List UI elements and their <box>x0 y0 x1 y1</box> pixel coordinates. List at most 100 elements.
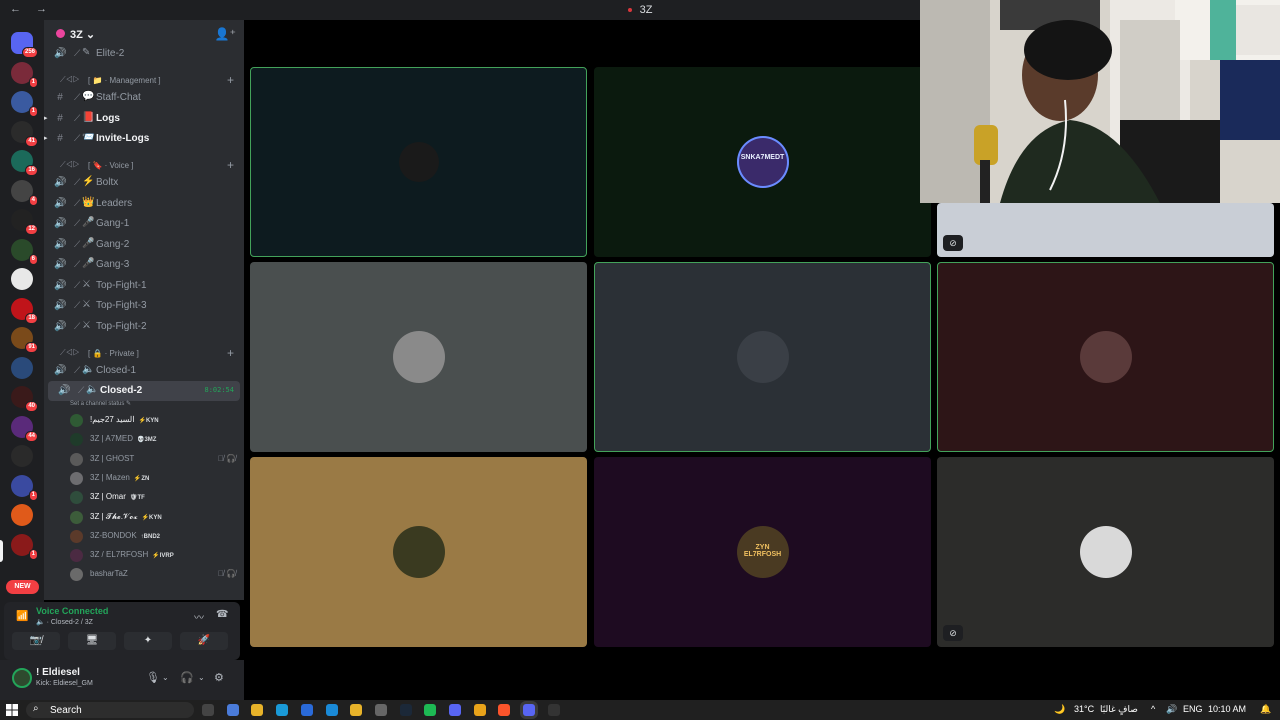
screen-share-button[interactable]: 🖥 <box>68 632 116 650</box>
tray-overflow-icon[interactable]: ^ <box>1151 704 1155 714</box>
server-icon[interactable]: 16 <box>11 150 38 176</box>
new-servers-badge[interactable]: NEW <box>6 580 39 594</box>
mic-chevron-icon[interactable]: ⌄ <box>162 673 169 682</box>
microphone-icon[interactable]: 🎙 <box>146 671 160 684</box>
participant-tile[interactable] <box>250 67 587 257</box>
server-icon[interactable] <box>11 268 33 290</box>
file-explorer-icon[interactable] <box>251 704 264 716</box>
server-icon[interactable]: 1 <box>11 533 38 560</box>
server-icon[interactable]: 4 <box>11 179 38 206</box>
voice-member[interactable]: 3Z-BONDOK ↑BND2 <box>68 527 244 545</box>
participant-tile[interactable]: SNKA7MEDT <box>594 67 931 257</box>
channel-logs[interactable]: ▸ # ⟋ 📕 Logs <box>44 109 244 129</box>
obs-icon[interactable] <box>547 704 560 716</box>
channel-leaders[interactable]: 🔊 ⟋ 👑 Leaders <box>44 194 244 214</box>
weather-desc[interactable]: صافٍ غالبًا <box>1100 704 1138 715</box>
channel-closed-1[interactable]: 🔊 ⟋ 🔈 Closed-1 <box>44 361 244 381</box>
taskbar-search[interactable]: ⌕ Search <box>26 702 194 718</box>
channel-boltx[interactable]: 🔊 ⟋ ⚡ Boltx <box>44 173 244 193</box>
edge-icon[interactable] <box>276 704 289 716</box>
channel-staff-chat[interactable]: # ⟋ 💬 Staff-Chat <box>44 88 244 108</box>
weather-temp[interactable]: 31°C <box>1074 704 1094 714</box>
voice-member[interactable]: 3Z | Mazen ⚡ZN <box>68 469 244 487</box>
channel-invite-logs[interactable]: ▸ # ⟋ 📨 Invite-Logs <box>44 129 244 149</box>
discord-icon[interactable] <box>523 704 536 716</box>
volume-icon[interactable]: 🔊 <box>1166 704 1177 715</box>
server-icon[interactable]: 41 <box>11 120 38 147</box>
participant-tile[interactable]: ⊘ <box>937 203 1274 257</box>
weather-icon[interactable]: 🌙 <box>1054 704 1065 715</box>
server-icon[interactable]: 1 <box>11 91 38 117</box>
notification-icon[interactable]: 🔔 <box>1260 704 1271 715</box>
channel-gang-3[interactable]: 🔊 ⟋ 🎤 Gang-3 <box>44 255 244 275</box>
clock[interactable]: 10:10 AM <box>1208 704 1246 714</box>
camera-toggle-button[interactable]: 📷̸ <box>12 632 60 650</box>
user-name[interactable]: ! Eldiesel <box>36 667 80 678</box>
channel-closed-2[interactable]: 🔊 ⟋ 🔈 Closed-2 8:02:54 <box>48 381 240 401</box>
category-management[interactable]: ⟋◁▷ [ 📁 · Management ] + <box>44 73 244 89</box>
app-icon[interactable] <box>374 704 387 716</box>
chrome-icon[interactable] <box>473 704 486 716</box>
voice-member[interactable]: basharTaZ 🎙̸ 🎧̸ <box>68 565 244 583</box>
windows-start-icon[interactable] <box>6 704 18 716</box>
task-view-icon[interactable] <box>202 704 214 716</box>
participant-tile[interactable]: ⊘ <box>937 457 1274 647</box>
signal-icon[interactable]: 📶 <box>16 611 28 622</box>
participant-tile[interactable] <box>250 457 587 647</box>
voice-member[interactable]: !السيد 27جيم ⚡KYN <box>68 411 244 429</box>
voice-member[interactable]: 3Z | Omar 🛡TF <box>68 488 244 506</box>
voice-member[interactable]: 3Z | 𝓣𝓱𝓮.𝓥𝓸𝔁 ⚡KYN <box>68 508 244 526</box>
soundboard-button[interactable]: 🚀 <box>180 632 228 650</box>
participant-tile[interactable] <box>250 262 587 452</box>
invite-people-icon[interactable]: 👤⁺ <box>215 27 236 41</box>
headphones-icon[interactable]: 🎧 <box>180 671 194 684</box>
voice-member[interactable]: 3Z / EL7RFOSH ⚡IVRP <box>68 546 244 564</box>
server-icon[interactable]: 91 <box>11 327 38 353</box>
folder-icon[interactable] <box>350 704 363 716</box>
server-icon[interactable]: 18 <box>11 297 38 324</box>
direct-messages-icon[interactable]: 256 <box>11 32 38 58</box>
channel-status-prompt[interactable]: Set a channel status ✎ <box>70 400 131 407</box>
store-icon[interactable] <box>300 704 313 716</box>
app-icon[interactable] <box>449 704 461 716</box>
voice-connected-status[interactable]: Voice Connected <box>36 606 108 616</box>
server-icon[interactable]: 1 <box>11 61 38 88</box>
language-indicator[interactable]: ENG <box>1183 704 1203 714</box>
add-channel-icon[interactable]: + <box>227 158 234 172</box>
photos-icon[interactable] <box>325 704 338 716</box>
category-voice[interactable]: ⟋◁▷ [ 🔖 · Voice ] + <box>44 158 244 174</box>
channel-top-fight-2[interactable]: 🔊 ⟋ ⚔ Top-Fight-2 <box>44 317 244 337</box>
headphones-chevron-icon[interactable]: ⌄ <box>198 673 205 682</box>
voice-member[interactable]: 3Z | A7MED 💀3MZ <box>68 430 244 448</box>
server-icon[interactable] <box>11 356 33 379</box>
voice-member[interactable]: 3Z | GHOST 🎙̸ 🎧̸ <box>68 450 244 468</box>
server-icon[interactable]: 6 <box>11 238 38 265</box>
server-icon[interactable] <box>11 445 33 467</box>
channel-gang-2[interactable]: 🔊 ⟋ 🎤 Gang-2 <box>44 235 244 255</box>
channel-elite-2[interactable]: 🔊 ⟋ ✎ Elite-2 <box>44 44 244 64</box>
add-channel-icon[interactable]: + <box>227 73 234 87</box>
server-icon[interactable]: 12 <box>11 209 38 235</box>
server-icon[interactable]: 1 <box>11 474 38 501</box>
brave-icon[interactable] <box>498 704 511 716</box>
channel-top-fight-1[interactable]: 🔊 ⟋ ⚔ Top-Fight-1 <box>44 276 244 296</box>
participant-tile[interactable] <box>594 262 931 452</box>
noise-suppression-icon[interactable]: 〰 <box>194 609 204 624</box>
steam-icon[interactable] <box>399 704 412 716</box>
server-icon[interactable]: 40 <box>11 386 38 412</box>
activities-button[interactable]: ✦ <box>124 632 172 650</box>
channel-gang-1[interactable]: 🔊 ⟋ 🎤 Gang-1 <box>44 214 244 234</box>
server-icon[interactable] <box>11 504 33 526</box>
disconnect-icon[interactable]: ☎ <box>216 609 228 620</box>
server-icon[interactable]: 44 <box>11 415 38 442</box>
category-private[interactable]: ⟋◁▷ [ 🔒 · Private ] + <box>44 346 244 362</box>
voice-location[interactable]: 🔈 · Closed-2 / 3Z <box>36 618 93 626</box>
add-channel-icon[interactable]: + <box>227 346 234 360</box>
channel-top-fight-3[interactable]: 🔊 ⟋ ⚔ Top-Fight-3 <box>44 296 244 316</box>
user-avatar[interactable] <box>12 668 32 688</box>
participant-tile[interactable] <box>937 262 1274 452</box>
copilot-icon[interactable] <box>226 704 239 716</box>
settings-gear-icon[interactable]: ⚙ <box>214 671 224 684</box>
spotify-icon[interactable] <box>424 704 437 716</box>
participant-tile[interactable]: ZYN EL7RFOSH <box>594 457 931 647</box>
